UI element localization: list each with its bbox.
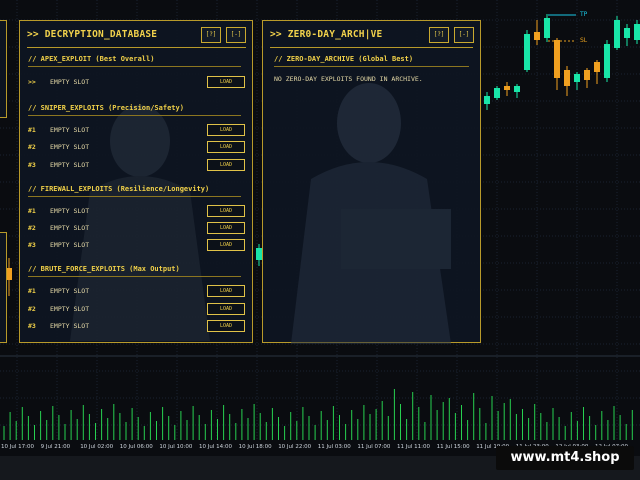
slot-label: EMPTY SLOT [50,305,90,313]
section-title-apex: // APEX_EXPLOIT (Best Overall) [28,55,155,63]
section-title-brute-force: // BRUTE_FORCE_EXPLOITS (Max Output) [28,265,180,273]
load-button[interactable]: LOAD [207,124,245,136]
slot-label: EMPTY SLOT [50,143,90,151]
minimize-button[interactable]: [-] [226,27,246,43]
candle-body [504,86,510,90]
section-divider [28,196,241,197]
slot-rank: #2 [28,143,36,151]
time-label: 9 Jul 21:00 [40,444,71,450]
candle-body [574,74,580,82]
header-divider [270,47,473,48]
candle-body [524,34,530,70]
slot-rank: #1 [28,126,36,134]
panel-title: >> DECRYPTION_DATABASE [27,29,158,40]
slot-label: EMPTY SLOT [50,241,90,249]
load-button[interactable]: LOAD [207,76,245,88]
panel-title: >> ZER0-DAY_ARCH|VE [270,29,383,40]
slot-label: EMPTY SLOT [50,161,90,169]
candle-body [534,32,540,40]
time-label: 10 Jul 10:00 [159,444,193,450]
candle-body [494,88,500,98]
slot-row: >> EMPTY SLOT LOAD [28,76,245,88]
slot-rank: #3 [28,322,36,330]
archive-empty-message: NO ZERO-DAY EXPLOITS FOUND IN ARCHIVE. [274,75,423,83]
decryption-database-panel: >> DECRYPTION_DATABASE [?] [-] // APEX_E… [19,20,253,343]
section-divider [28,276,241,277]
slot-row: #3 EMPTY SLOT LOAD [28,159,245,171]
time-label: 10 Jul 18:00 [238,444,272,450]
header-divider [27,47,246,48]
candle-body [484,96,490,104]
watermark: www.mt4.shop [496,446,634,470]
slot-rank: #2 [28,305,36,313]
load-button[interactable]: LOAD [207,320,245,332]
time-label: 10 Jul 06:00 [119,444,153,450]
candle-body [584,70,590,80]
slot-row: #3 EMPTY SLOT LOAD [28,320,245,332]
slot-label: EMPTY SLOT [50,207,90,215]
candle-body [514,86,520,92]
slot-rank: >> [28,78,36,86]
help-button[interactable]: [?] [429,27,449,43]
time-label: 11 Jul 07:00 [357,444,391,450]
candle-body [604,44,610,78]
sl-label: SL [580,37,588,44]
candle-body [554,40,560,78]
load-button[interactable]: LOAD [207,303,245,315]
section-divider [28,115,241,116]
partial-panel-left-top [0,20,7,118]
slot-label: EMPTY SLOT [50,224,90,232]
slot-rank: #1 [28,207,36,215]
slot-row: #2 EMPTY SLOT LOAD [28,222,245,234]
slot-label: EMPTY SLOT [50,322,90,330]
time-label: 11 Jul 11:00 [397,444,430,450]
time-label: 10 Jul 17:00 [1,444,34,450]
slot-rank: #3 [28,241,36,249]
slot-row: #2 EMPTY SLOT LOAD [28,303,245,315]
slot-rank: #3 [28,161,36,169]
load-button[interactable]: LOAD [207,239,245,251]
candle-body [594,62,600,72]
slot-rank: #1 [28,287,36,295]
slot-row: #3 EMPTY SLOT LOAD [28,239,245,251]
load-button[interactable]: LOAD [207,205,245,217]
minimize-button[interactable]: [-] [454,27,474,43]
candle-body [544,18,550,38]
slot-row: #1 EMPTY SLOT LOAD [28,285,245,297]
slot-row: #1 EMPTY SLOT LOAD [28,124,245,136]
volume-bars [3,389,633,440]
section-divider [274,66,469,67]
candle-body [624,28,630,38]
partial-panel-left-bottom [0,232,7,343]
candle-body [564,70,570,86]
section-divider [28,66,241,67]
candle-body [614,20,620,48]
slot-rank: #2 [28,224,36,232]
tp-label: TP [580,11,588,18]
time-label: 10 Jul 14:00 [199,444,232,450]
time-label: 10 Jul 22:00 [278,444,312,450]
load-button[interactable]: LOAD [207,159,245,171]
help-button[interactable]: [?] [201,27,221,43]
load-button[interactable]: LOAD [207,285,245,297]
slot-label: EMPTY SLOT [50,126,90,134]
candle-body [634,24,640,40]
slot-label: EMPTY SLOT [50,78,90,86]
slot-row: #1 EMPTY SLOT LOAD [28,205,245,217]
load-button[interactable]: LOAD [207,141,245,153]
zero-day-archive-panel: >> ZER0-DAY_ARCH|VE [?] [-] // ZERO-DAY_… [262,20,481,344]
time-label: 11 Jul 03:00 [317,444,351,450]
time-label: 10 Jul 02:00 [80,444,114,450]
section-title-firewall: // FIREWALL_EXPLOITS (Resilience/Longevi… [28,185,210,193]
slot-row: #2 EMPTY SLOT LOAD [28,141,245,153]
section-title-archive: // ZERO-DAY_ARCHIVE (Global Best) [274,55,414,63]
hooded-figure-icon [291,83,451,344]
time-label: 11 Jul 15:00 [436,444,470,450]
section-title-sniper: // SNIPER_EXPLOITS (Precision/Safety) [28,104,184,112]
slot-label: EMPTY SLOT [50,287,90,295]
load-button[interactable]: LOAD [207,222,245,234]
